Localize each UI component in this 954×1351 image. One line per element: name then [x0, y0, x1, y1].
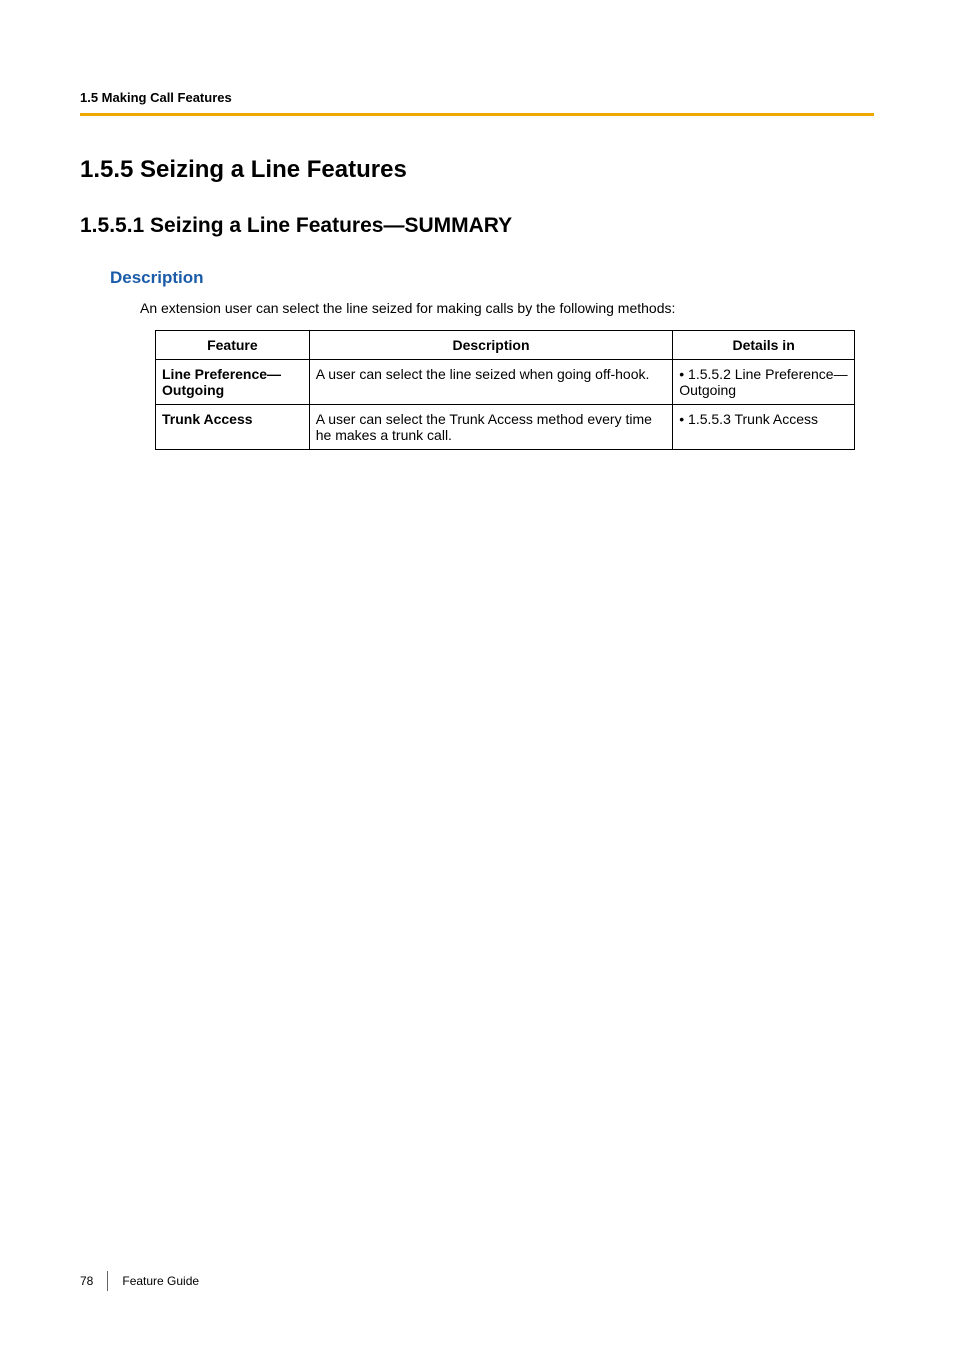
heading-main: 1.5.5 Seizing a Line Features — [80, 156, 874, 184]
cell-description: A user can select the Trunk Access metho… — [309, 405, 672, 450]
section-label-description: Description — [110, 268, 874, 288]
col-header-feature: Feature — [156, 331, 310, 360]
cell-description: A user can select the line seized when g… — [309, 360, 672, 405]
cell-details: • 1.5.5.3 Trunk Access — [673, 405, 855, 450]
footer: 78 Feature Guide — [80, 1271, 199, 1291]
header-divider — [80, 113, 874, 116]
heading-sub: 1.5.5.1 Seizing a Line Features—SUMMARY — [80, 214, 874, 238]
footer-title: Feature Guide — [122, 1274, 199, 1288]
col-header-details: Details in — [673, 331, 855, 360]
footer-divider — [107, 1271, 108, 1291]
cell-details: • 1.5.5.2 Line Preference—Outgoing — [673, 360, 855, 405]
cell-feature: Trunk Access — [156, 405, 310, 450]
intro-text: An extension user can select the line se… — [140, 300, 874, 316]
table-row: Trunk Access A user can select the Trunk… — [156, 405, 855, 450]
col-header-description: Description — [309, 331, 672, 360]
table-row: Line Preference—Outgoing A user can sele… — [156, 360, 855, 405]
header-breadcrumb: 1.5 Making Call Features — [80, 90, 874, 105]
footer-page-number: 78 — [80, 1274, 107, 1288]
cell-feature: Line Preference—Outgoing — [156, 360, 310, 405]
table-header-row: Feature Description Details in — [156, 331, 855, 360]
features-table: Feature Description Details in Line Pref… — [155, 330, 855, 450]
